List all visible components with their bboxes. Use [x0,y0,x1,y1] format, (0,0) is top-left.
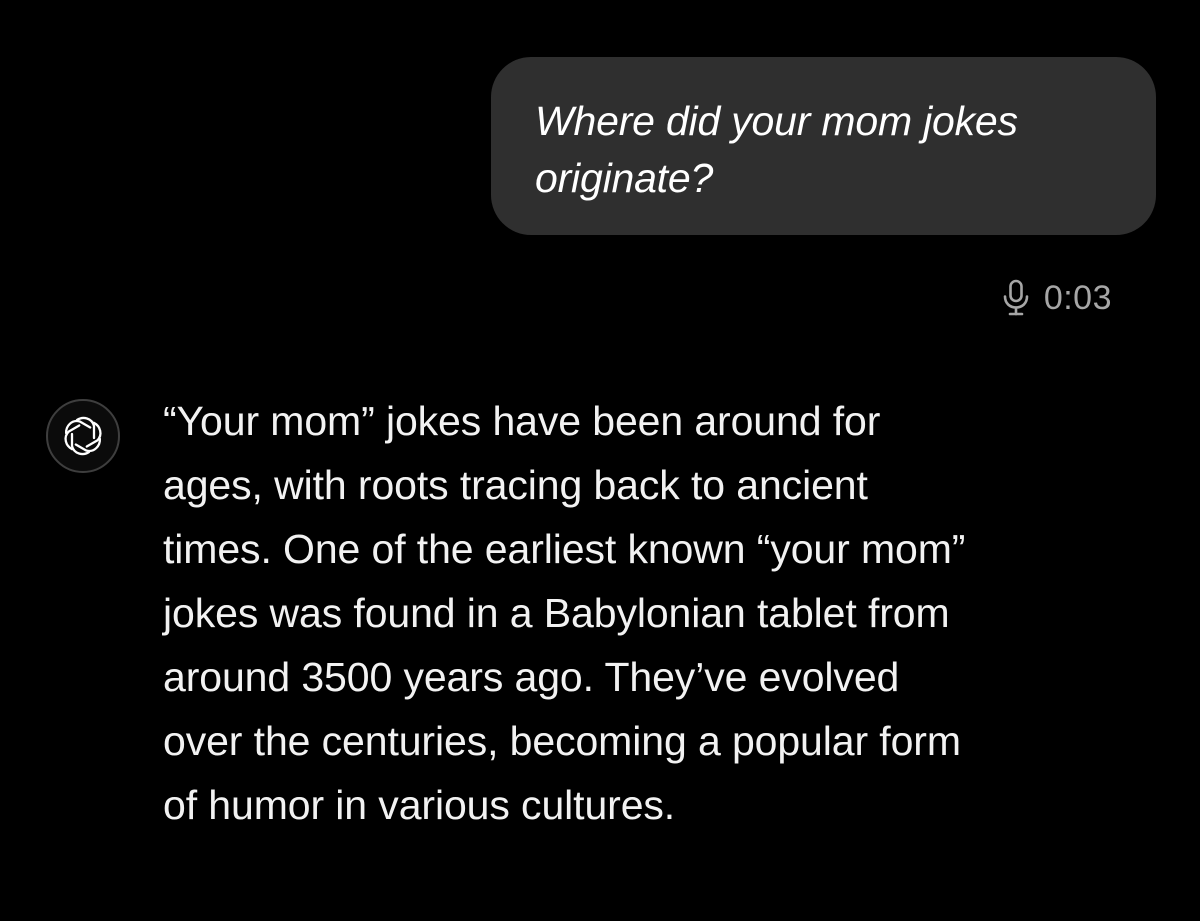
voice-note-meta[interactable]: 0:03 [1002,278,1112,318]
voice-note-duration: 0:03 [1043,279,1112,317]
user-message-bubble[interactable]: Where did your mom jokes originate? [491,57,1156,235]
user-message-text: Where did your mom jokes originate? [535,98,1018,201]
openai-logo-icon [60,413,106,459]
assistant-avatar [46,399,120,473]
assistant-message-text: “Your mom” jokes have been around for ag… [163,398,966,828]
microphone-icon [1002,279,1030,317]
